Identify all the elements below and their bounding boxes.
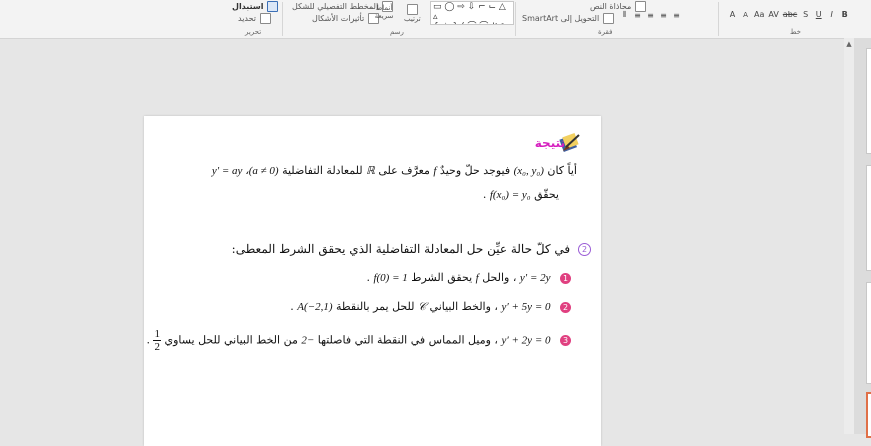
- item-text: من الخط البياني للحل يساوي: [164, 333, 298, 347]
- period: .: [482, 188, 487, 201]
- edit-group-label: تحرير: [245, 28, 262, 36]
- convert-smartart-label: التحويل إلى SmartArt: [522, 14, 600, 23]
- math-expr: f: [433, 165, 437, 177]
- paragraph-group-label: فقرة: [598, 28, 613, 36]
- quick-styles-label: أنماط سريعة: [374, 4, 394, 20]
- shapes-gallery[interactable]: ▭ ◯ ⇨ ⇩ ⌐ ⌙ △ ▵{ ☆ } ( ⌒ ⌒ ↯ ◝: [430, 1, 514, 25]
- bold-button[interactable]: B: [840, 10, 849, 19]
- shape-effects-label: تأثيرات الأشكال: [312, 14, 365, 23]
- math-expr: f: [475, 272, 479, 284]
- theorem-text: فيوجد حلّ وحيدٌ: [439, 164, 511, 177]
- exercise-number-badge: 2: [578, 243, 591, 256]
- item-text: يحقق الشرط: [411, 271, 473, 284]
- math-expr: −2: [301, 334, 315, 347]
- math-expr: y′ = 2y: [519, 272, 551, 284]
- arrange-label: ترتيب: [404, 15, 421, 23]
- exercise-text: في كلّ حالة عيِّن حل المعادلة التفاضلية …: [231, 242, 571, 256]
- align-right-icon[interactable]: ≡: [672, 11, 681, 20]
- item-number-badge: 1: [560, 272, 571, 284]
- period: .: [290, 300, 294, 313]
- font-size-up-button[interactable]: A: [728, 10, 737, 19]
- arrange-icon: [406, 4, 418, 15]
- item-3: 3 y′ + 2y = 0 ، وميل المماس في النقطة ال…: [146, 328, 571, 353]
- select-label: تحديد: [238, 14, 257, 23]
- strikethrough-button[interactable]: abc: [783, 10, 797, 19]
- shadow-button[interactable]: S: [801, 10, 810, 19]
- group-separator: [718, 2, 719, 36]
- fraction-denominator: 2: [154, 341, 160, 353]
- math-expr: y′ + 5y = 0: [501, 301, 551, 313]
- replace-label: استبدال: [232, 2, 264, 11]
- char-spacing-button[interactable]: AV: [768, 10, 778, 19]
- shape-outline-label: المخطط التفصيلي للشكل: [292, 2, 379, 11]
- math-expr: y′ = ay ،(a ≠ 0): [211, 165, 279, 177]
- change-case-button[interactable]: Aa: [754, 10, 764, 19]
- math-expr: 𝒞: [418, 301, 427, 313]
- font-format-buttons: A A Aa AV abc S U I B: [728, 10, 849, 19]
- period: .: [366, 271, 370, 284]
- slide-page[interactable]: نتيجة أياً كان (x₀, y₀) فيوجد حلّ وحيدٌ …: [144, 116, 601, 446]
- item-2: 2 y′ + 5y = 0 ، والخط البياني 𝒞 للحل يمر…: [290, 300, 571, 314]
- shape-effects-button[interactable]: تأثيرات الأشكال: [312, 13, 380, 24]
- smartart-icon: [603, 13, 615, 24]
- result-heading: نتيجة: [534, 136, 565, 150]
- item-text: للحل يمر بالنقطة: [336, 300, 415, 313]
- slide-thumbnail[interactable]: [866, 48, 871, 154]
- group-separator: [282, 2, 283, 36]
- align-center-icon[interactable]: ≡: [659, 11, 668, 20]
- arrange-button[interactable]: ترتيب: [404, 4, 421, 23]
- math-expr: A(−2,1): [297, 301, 333, 313]
- vertical-scrollbar[interactable]: ▲: [844, 38, 854, 434]
- theorem-line-1: أياً كان (x₀, y₀) فيوجد حلّ وحيدٌ f معرَ…: [212, 164, 577, 177]
- draw-group-label: رسم: [390, 28, 404, 36]
- theorem-text: أياً كان: [547, 164, 577, 177]
- italic-button[interactable]: I: [827, 10, 836, 19]
- columns-icon[interactable]: ⫴: [620, 10, 629, 20]
- scroll-up-arrow-icon[interactable]: ▲: [844, 40, 854, 48]
- group-separator: [515, 2, 516, 36]
- ribbon: استبدال تحديد تحرير المخطط التفصيلي للشك…: [0, 0, 871, 39]
- fraction-numerator: 1: [153, 328, 161, 341]
- exercise-statement: 2 في كلّ حالة عيِّن حل المعادلة التفاضلي…: [232, 242, 591, 256]
- replace-button[interactable]: استبدال: [232, 1, 279, 12]
- convert-smartart-button[interactable]: التحويل إلى SmartArt: [522, 13, 615, 24]
- item-text: ، وميل المماس في النقطة التي فاصلتها: [317, 333, 498, 347]
- slide-thumbnail-active[interactable]: [866, 392, 871, 438]
- math-expr: f(0) = 1: [373, 272, 408, 284]
- period: .: [146, 333, 150, 347]
- slide-thumbnail[interactable]: [866, 282, 871, 384]
- underline-button[interactable]: U: [814, 10, 823, 19]
- slide-thumbnail[interactable]: [866, 165, 871, 271]
- font-group-label: خط: [790, 28, 801, 36]
- font-size-down-button[interactable]: A: [741, 11, 750, 19]
- math-expr: f(x₀) = y₀: [489, 189, 531, 201]
- math-expr: ℝ: [366, 165, 375, 177]
- item-text: ، والحل: [482, 271, 517, 284]
- fraction: 1 2: [153, 328, 161, 353]
- align-left-icon[interactable]: ≡: [646, 11, 655, 20]
- select-button[interactable]: تحديد: [238, 13, 272, 24]
- select-icon: [260, 13, 272, 24]
- item-number-badge: 2: [560, 301, 571, 313]
- math-expr: y′ + 2y = 0: [501, 334, 551, 347]
- math-expr: (x₀, y₀): [513, 165, 544, 177]
- theorem-text: يحقّق: [534, 188, 559, 201]
- justify-icon[interactable]: ≡: [633, 11, 642, 20]
- theorem-text: للمعادلة التفاضلية: [282, 164, 363, 177]
- theorem-text: معرَّف على: [378, 164, 430, 177]
- theorem-line-2: يحقّق f(x₀) = y₀ .: [483, 188, 559, 201]
- item-1: 1 y′ = 2y ، والحل f يحقق الشرط f(0) = 1 …: [366, 271, 571, 284]
- replace-icon: [267, 1, 279, 12]
- paragraph-align-buttons[interactable]: ≡ ≡ ≡ ≡ ⫴: [620, 10, 681, 20]
- item-text: ، والخط البياني: [429, 300, 498, 313]
- item-number-badge: 3: [560, 335, 571, 346]
- quick-styles-button[interactable]: أنماط سريعة: [374, 4, 394, 20]
